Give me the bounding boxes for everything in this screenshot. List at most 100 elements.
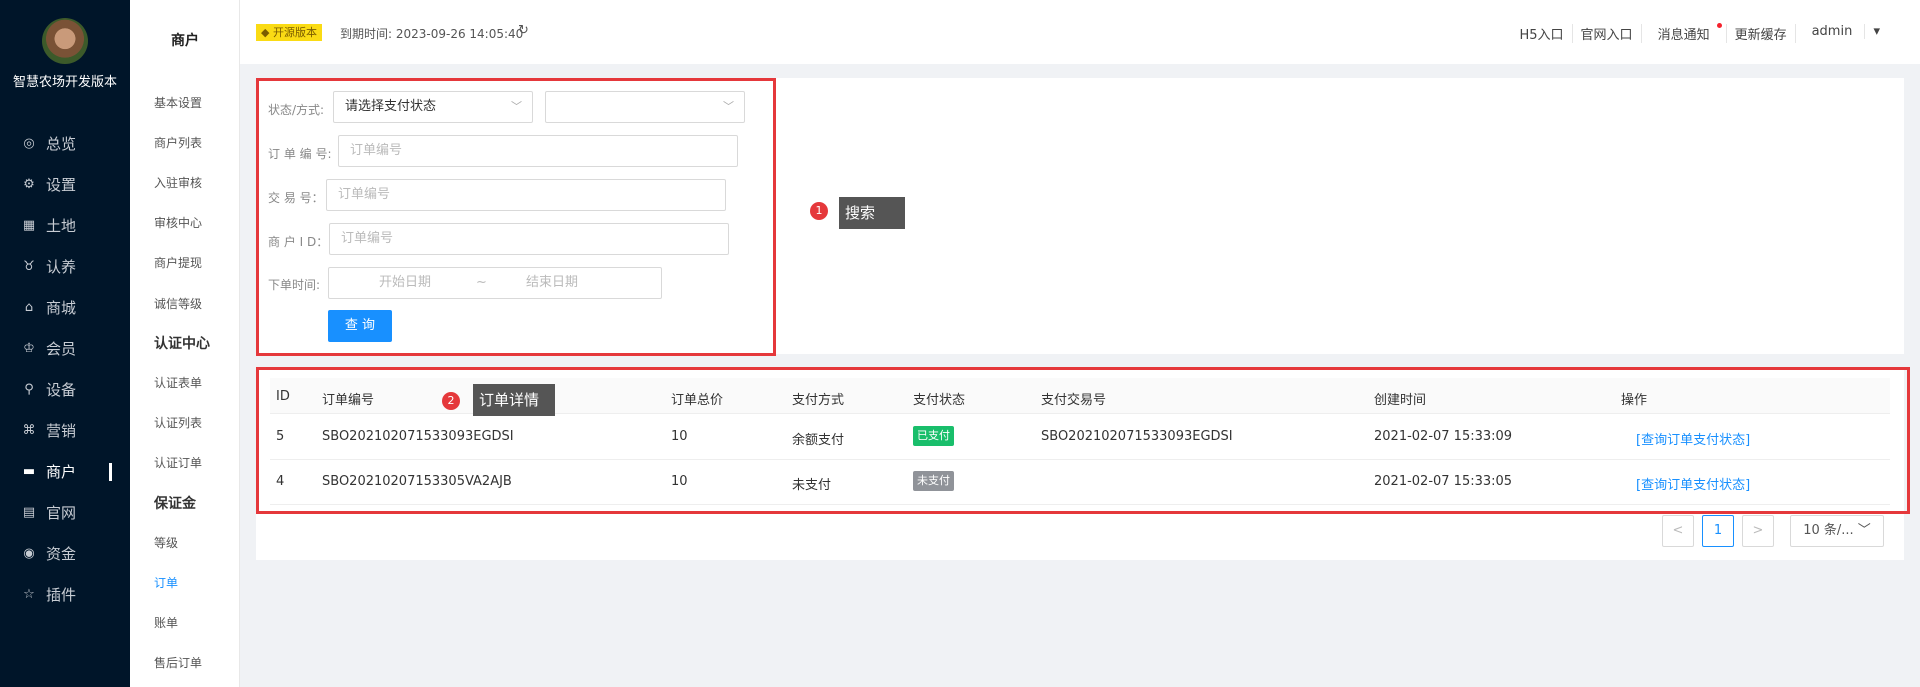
sub-sidebar: 商户 基本设置 商户列表 入驻审核 审核中心 商户提现 诚信等级 认证中心 认证… <box>130 0 240 687</box>
order-no-input[interactable]: 订单编号 <box>338 135 738 167</box>
subnav-item-cert-form[interactable]: 认证表单 <box>154 374 202 391</box>
subnav-item-credit-level[interactable]: 诚信等级 <box>154 295 202 312</box>
chevron-down-icon: ﹀ <box>1857 523 1871 538</box>
sidebar-item-overview[interactable]: ◎ 总览 <box>0 123 130 164</box>
date-range-separator: ~ <box>476 275 487 290</box>
sidebar-item-merchant[interactable]: ▬ 商户 <box>0 451 130 492</box>
main-sidebar: 智慧农场开发版本 ◎ 总览 ⚙ 设置 ▦ 土地 ♉ 认养 ⌂ 商城 ♔ 会员 ⚲ 设备 ⌘ 营销… <box>0 0 130 687</box>
expire-time: 到期时间: 2023-09-26 14:05:40 <box>340 27 524 41</box>
plugin-icon: ☆ <box>23 587 35 602</box>
subnav-item-withdraw[interactable]: 商户提现 <box>154 254 202 271</box>
page-size-select[interactable]: 10 条/... ﹀ <box>1790 515 1884 547</box>
query-pay-status-link[interactable]: [查询订单支付状态] <box>1636 474 1750 493</box>
subnav-item-deposit-bill[interactable]: 账单 <box>154 614 178 631</box>
subnav-item-cert-list[interactable]: 认证列表 <box>154 414 202 431</box>
status-badge-paid: 已支付 <box>913 426 954 446</box>
annotation-number-1: 1 <box>810 202 828 220</box>
funds-icon: ◉ <box>23 546 35 561</box>
cell-pay-method: 未支付 <box>792 478 832 493</box>
subnav-item-cert-order[interactable]: 认证订单 <box>154 454 202 471</box>
merchant-id-label: 商 户 I D： <box>268 235 329 249</box>
col-order-no: 订单编号 <box>322 393 375 408</box>
website-icon: ▤ <box>22 505 36 520</box>
website-entry-link[interactable]: 官网入口 <box>1571 24 1641 43</box>
subnav-item-join-review[interactable]: 入驻审核 <box>154 174 202 191</box>
date-range-picker[interactable]: 开始日期 ~ 结束日期 <box>328 267 662 299</box>
cell-trade-no: SBO202102071533093EGDSI <box>1041 429 1233 444</box>
col-created: 创建时间 <box>1374 393 1427 408</box>
end-date-input[interactable]: 结束日期 <box>526 268 578 298</box>
diamond-icon: ◆ <box>261 26 273 39</box>
table-row: 5 SBO202102071533093EGDSI 10 余额支付 已支付 SB… <box>270 415 1890 460</box>
sidebar-item-marketing[interactable]: ⌘ 营销 <box>0 410 130 451</box>
cell-created: 2021-02-07 15:33:09 <box>1374 429 1513 444</box>
start-date-input[interactable]: 开始日期 <box>379 268 431 298</box>
dashboard-icon: ◎ <box>23 136 35 151</box>
top-links: H5入口 官网入口 消息通知 更新缓存 admin ▾ <box>1512 23 1897 43</box>
caret-down-icon: ▾ <box>1864 24 1888 39</box>
status-label: 状态/方式: <box>268 103 325 117</box>
query-button[interactable]: 查 询 <box>328 310 392 342</box>
refresh-icon[interactable]: ↻ <box>518 23 529 38</box>
sidebar-item-device[interactable]: ⚲ 设备 <box>0 369 130 410</box>
update-cache-link[interactable]: 更新缓存 <box>1725 24 1795 43</box>
query-pay-status-link[interactable]: [查询订单支付状态] <box>1636 429 1750 448</box>
top-bar: ◆ 开源版本 到期时间: 2023-09-26 14:05:40 ↻ H5入口 … <box>240 0 1920 64</box>
trade-no-input[interactable]: 订单编号 <box>326 179 726 211</box>
sidebar-item-website[interactable]: ▤ 官网 <box>0 492 130 533</box>
subnav-title: 商户 <box>171 33 199 49</box>
sidebar-item-adopt[interactable]: ♉ 认养 <box>0 246 130 287</box>
order-time-label: 下单时间: <box>268 278 321 292</box>
sidebar-item-store[interactable]: ⌂ 商城 <box>0 287 130 328</box>
annotation-order-detail: 订单详情 <box>473 384 555 416</box>
cell-pay-method: 余额支付 <box>792 433 845 448</box>
merchant-icon: ▬ <box>22 464 36 479</box>
store-icon: ⌂ <box>24 300 34 315</box>
logo-avatar <box>42 18 88 64</box>
col-pay-method: 支付方式 <box>792 393 845 408</box>
subnav-item-basic-settings[interactable]: 基本设置 <box>154 94 202 111</box>
page-1-button[interactable]: 1 <box>1702 515 1734 547</box>
annotation-number-2: 2 <box>442 392 460 410</box>
order-no-label: 订 单 编 号: <box>268 147 332 161</box>
pay-method-select[interactable]: ﹀ <box>545 91 745 123</box>
trade-no-label: 交 易 号： <box>268 191 324 205</box>
subnav-item-deposit-order[interactable]: 订单 <box>154 574 178 591</box>
cell-order-no: SBO202102071533093EGDSI <box>322 429 514 444</box>
cell-id: 4 <box>276 474 285 489</box>
cell-id: 5 <box>276 429 285 444</box>
pay-status-select[interactable]: 请选择支付状态 ﹀ <box>333 91 533 123</box>
col-trade-no: 支付交易号 <box>1041 393 1107 408</box>
message-notice-link[interactable]: 消息通知 <box>1640 23 1726 43</box>
grid-icon: ▦ <box>22 218 36 233</box>
member-icon: ♔ <box>23 341 35 356</box>
cell-created: 2021-02-07 15:33:05 <box>1374 474 1513 489</box>
prev-page-button[interactable]: < <box>1662 515 1694 547</box>
sidebar-item-member[interactable]: ♔ 会员 <box>0 328 130 369</box>
subnav-item-after-sale[interactable]: 售后订单 <box>154 654 202 671</box>
search-card: 状态/方式: 请选择支付状态 ﹀ ﹀ 订 单 编 号: 订单编号 交 易 号： 订… <box>256 78 1904 356</box>
chevron-down-icon: ﹀ <box>511 100 522 113</box>
cell-total: 10 <box>671 474 688 489</box>
subnav-group-deposit: 保证金 <box>154 496 196 512</box>
table-row: 4 SBO20210207153305VA2AJB 10 未支付 未支付 202… <box>270 460 1890 505</box>
merchant-id-input[interactable]: 订单编号 <box>329 223 729 255</box>
notification-dot <box>1716 23 1722 28</box>
sidebar-item-land[interactable]: ▦ 土地 <box>0 205 130 246</box>
col-actions: 操作 <box>1621 393 1648 408</box>
subnav-item-review-center[interactable]: 审核中心 <box>154 214 202 231</box>
subnav-item-merchant-list[interactable]: 商户列表 <box>154 134 202 151</box>
sidebar-item-settings[interactable]: ⚙ 设置 <box>0 164 130 205</box>
h5-entry-link[interactable]: H5入口 <box>1512 24 1572 43</box>
next-page-button[interactable]: > <box>1742 515 1774 547</box>
version-badge: ◆ 开源版本 <box>256 24 322 41</box>
cell-order-no: SBO20210207153305VA2AJB <box>322 474 512 489</box>
subnav-item-deposit-level[interactable]: 等级 <box>154 534 178 551</box>
chevron-down-icon: ﹀ <box>723 100 734 113</box>
sidebar-item-plugin[interactable]: ☆ 插件 <box>0 574 130 615</box>
adopt-icon: ♉ <box>23 259 35 274</box>
orders-table-card: ID 订单编号 订单总价 支付方式 支付状态 支付交易号 创建时间 操作 2 订… <box>256 367 1910 560</box>
device-icon: ⚲ <box>24 382 34 397</box>
sidebar-item-funds[interactable]: ◉ 资金 <box>0 533 130 574</box>
admin-menu[interactable]: admin ▾ <box>1794 24 1896 43</box>
